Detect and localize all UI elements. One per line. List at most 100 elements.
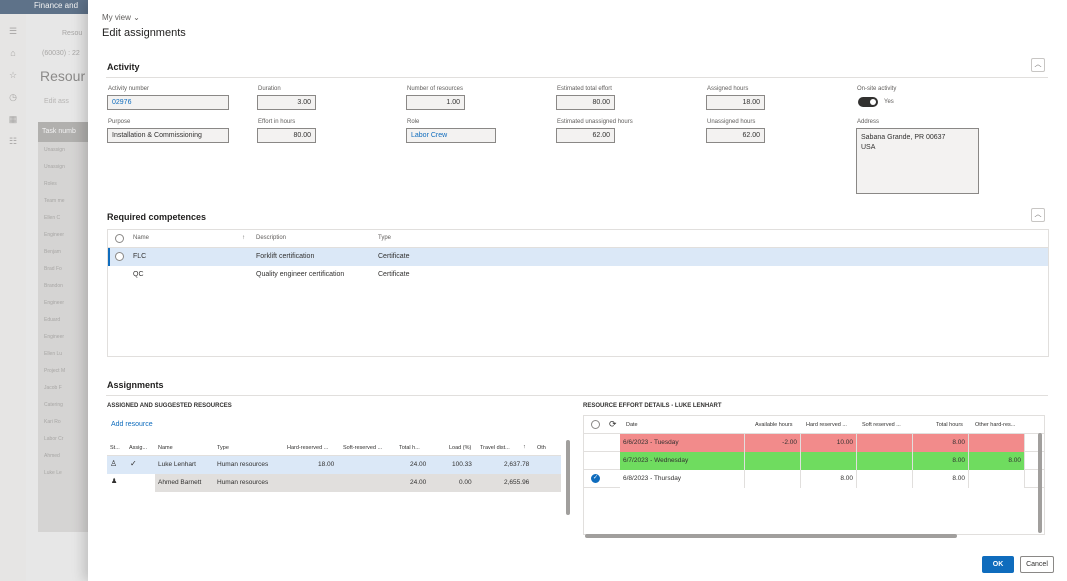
my-view-selector[interactable]: My view ⌄ — [102, 13, 140, 22]
row-radio[interactable] — [115, 252, 124, 261]
assigned-check: ✓ — [130, 459, 137, 468]
activity-number-field[interactable]: 02976 — [107, 95, 229, 110]
effort-date: 6/6/2023 - Tuesday — [620, 434, 745, 452]
assigned-hours-label: Assigned hours — [707, 86, 749, 92]
on-site-toggle[interactable] — [858, 97, 878, 107]
col-date[interactable]: Date — [626, 422, 638, 428]
col-total-hours[interactable]: Total h... — [399, 445, 420, 451]
competence-name: QC — [133, 271, 144, 278]
effort-available: -2.00 — [745, 434, 801, 452]
estimated-unassigned-hours-field[interactable]: 62.00 — [556, 128, 615, 143]
on-site-activity-label: On-site activity — [857, 86, 897, 92]
estimated-unassigned-hours-label: Estimated unassigned hours — [557, 119, 633, 125]
ok-button[interactable]: OK — [982, 556, 1014, 573]
col-other[interactable]: Oth — [537, 445, 546, 451]
col-soft-reserved[interactable]: Soft reserved ... — [862, 422, 901, 428]
sort-icon[interactable]: ↑ — [242, 235, 245, 241]
cancel-button[interactable]: Cancel — [1020, 556, 1054, 573]
person-icon: ♙ — [110, 459, 118, 468]
competence-type: Certificate — [378, 271, 410, 278]
col-travel[interactable]: Travel dist... — [480, 445, 510, 451]
resource-name: Ahmed Barnett — [158, 479, 202, 486]
resource-effort-header: RESOURCE EFFORT DETAILS - LUKE LENHART — [583, 403, 722, 409]
col-type[interactable]: Type — [217, 445, 229, 451]
chevron-down-icon: ⌄ — [133, 13, 140, 22]
col-available-hours[interactable]: Available hours — [755, 422, 793, 428]
activity-section-title: Activity — [107, 62, 140, 72]
resources-header-row: St... Assig... Name Type Hard-reserved .… — [107, 440, 561, 456]
my-view-label: My view — [102, 13, 131, 22]
resource-type: Human resources — [217, 461, 269, 468]
col-load[interactable]: Load (%) — [449, 445, 471, 451]
activity-number-label: Activity number — [108, 86, 150, 92]
effort-other — [969, 470, 1025, 488]
sort-icon[interactable]: ↑ — [523, 444, 526, 450]
col-name[interactable]: Name — [133, 235, 149, 241]
travel: 2,655.96 — [504, 479, 530, 486]
left-scrollbar[interactable] — [566, 440, 570, 515]
effort-total: 8.00 — [913, 452, 969, 470]
effort-hard: 8.00 — [801, 470, 857, 488]
row-radio[interactable] — [591, 474, 600, 483]
competences-section-title: Required competences — [107, 212, 207, 222]
competences-grid: Name ↑ Description Type FLC Forklift cer… — [107, 229, 1049, 357]
col-hard-reserved[interactable]: Hard-reserved ... — [287, 445, 328, 451]
col-description[interactable]: Description — [256, 235, 286, 241]
effort-total: 8.00 — [913, 470, 969, 488]
hard-reserved: 18.00 — [318, 461, 335, 468]
table-row[interactable]: 6/7/2023 - Wednesday 8.00 8.00 — [584, 452, 1044, 470]
purpose-label: Purpose — [108, 119, 131, 125]
duration-label: Duration — [258, 86, 281, 92]
estimated-total-effort-field[interactable]: 80.00 — [556, 95, 615, 110]
assignments-section-title: Assignments — [107, 380, 164, 390]
purpose-field[interactable]: Installation & Commissioning — [107, 128, 229, 143]
effort-other: 8.00 — [969, 452, 1025, 470]
select-all-radio[interactable] — [591, 420, 600, 429]
col-other-hard-reserved[interactable]: Other hard-res... — [975, 422, 1015, 428]
unassigned-hours-field[interactable]: 62.00 — [706, 128, 765, 143]
on-site-value: Yes — [884, 99, 894, 105]
collapse-activity-icon[interactable]: ︿ — [1031, 58, 1045, 72]
effort-available — [745, 452, 801, 470]
effort-other — [969, 434, 1025, 452]
effort-soft — [857, 470, 913, 488]
add-resource-link[interactable]: Add resource — [111, 421, 153, 428]
right-vertical-scrollbar[interactable] — [1038, 433, 1042, 533]
select-all-radio[interactable] — [115, 234, 124, 243]
competence-type: Certificate — [378, 253, 410, 260]
col-hard-reserved[interactable]: Hard reserved ... — [806, 422, 847, 428]
effort-grid: ⟳ Date Available hours Hard reserved ...… — [583, 415, 1045, 535]
row-highlight — [155, 474, 561, 492]
col-assigned[interactable]: Assig... — [129, 445, 147, 451]
col-soft-reserved[interactable]: Soft-reserved ... — [343, 445, 382, 451]
resource-name: Luke Lenhart — [158, 461, 196, 468]
unassigned-hours-label: Unassigned hours — [707, 119, 756, 125]
table-row[interactable]: 6/8/2023 - Thursday 8.00 8.00 — [584, 470, 1044, 488]
effort-total: 8.00 — [913, 434, 969, 452]
table-row[interactable]: FLC Forklift certification Certificate — [108, 248, 1048, 266]
competence-description: Quality engineer certification — [256, 271, 345, 278]
table-row[interactable]: ♙ ✓ Luke Lenhart Human resources 18.00 2… — [107, 456, 561, 474]
number-of-resources-field[interactable]: 1.00 — [406, 95, 465, 110]
role-field[interactable]: Labor Crew — [406, 128, 496, 143]
effort-in-hours-field[interactable]: 80.00 — [257, 128, 316, 143]
col-name[interactable]: Name — [158, 445, 173, 451]
table-row[interactable]: QC Quality engineer certification Certif… — [108, 266, 1048, 284]
dialog-title: Edit assignments — [102, 27, 186, 39]
table-row[interactable]: ♟ Ahmed Barnett Human resources 24.00 0.… — [107, 474, 561, 492]
assigned-hours-field[interactable]: 18.00 — [706, 95, 765, 110]
competences-header-row: Name ↑ Description Type — [108, 230, 1048, 248]
col-type[interactable]: Type — [378, 235, 391, 241]
table-row[interactable]: 6/6/2023 - Tuesday -2.00 10.00 8.00 — [584, 434, 1044, 452]
effort-available — [745, 470, 801, 488]
resource-type: Human resources — [217, 479, 269, 486]
col-total-hours[interactable]: Total hours — [936, 422, 963, 428]
address-field[interactable]: Sabana Grande, PR 00637 USA — [856, 128, 979, 194]
effort-date: 6/7/2023 - Wednesday — [620, 452, 745, 470]
duration-field[interactable]: 3.00 — [257, 95, 316, 110]
address-line1: Sabana Grande, PR 00637 — [861, 134, 946, 141]
col-status[interactable]: St... — [110, 445, 120, 451]
refresh-icon[interactable]: ⟳ — [609, 419, 617, 430]
collapse-competences-icon[interactable]: ︿ — [1031, 208, 1045, 222]
right-horizontal-scrollbar[interactable] — [585, 534, 957, 538]
